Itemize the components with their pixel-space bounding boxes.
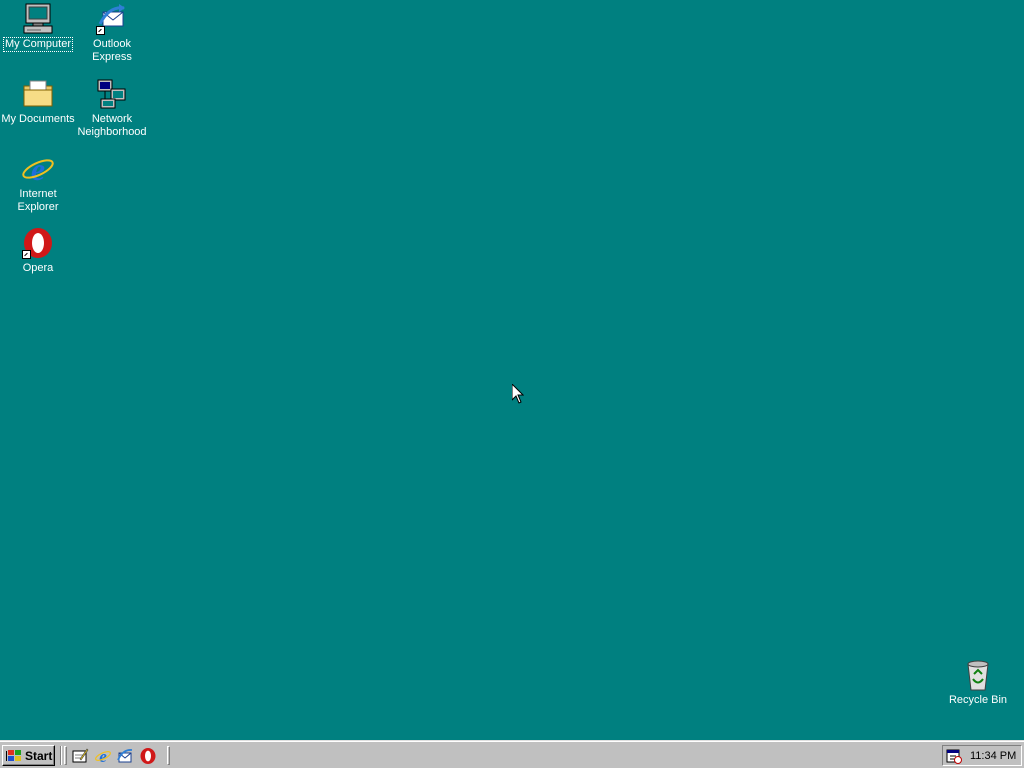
opera-icon[interactable]	[139, 747, 157, 765]
mouse-pointer-icon	[512, 384, 524, 404]
shortcut-arrow-icon	[96, 26, 105, 35]
desktop-icon-my-documents[interactable]: My Documents	[0, 77, 76, 126]
svg-text:e: e	[31, 152, 45, 186]
show-desktop-icon[interactable]	[71, 747, 89, 765]
my-computer-icon	[21, 2, 55, 36]
outlook-express-icon	[95, 2, 129, 36]
desktop[interactable]: My Computer Outlook Express My Documents	[0, 0, 1024, 740]
quick-launch-grip[interactable]	[64, 746, 67, 765]
clock[interactable]: 11:34 PM	[970, 750, 1016, 762]
svg-text:e: e	[99, 747, 107, 765]
desktop-icon-outlook-express[interactable]: Outlook Express	[74, 2, 150, 64]
desktop-icon-label: Network Neighborhood	[77, 113, 147, 138]
start-button[interactable]: Start	[2, 745, 55, 766]
shortcut-arrow-icon	[22, 250, 31, 259]
desktop-icon-network-neighborhood[interactable]: Network Neighborhood	[74, 77, 150, 139]
internet-explorer-icon[interactable]: e	[94, 747, 112, 765]
desktop-icon-label: Outlook Express	[92, 38, 132, 63]
recycle-bin-icon	[961, 658, 995, 692]
desktop-icon-recycle-bin[interactable]: Recycle Bin	[940, 658, 1016, 707]
taskbar-buttons-grip[interactable]	[167, 746, 170, 765]
desktop-icon-label: Recycle Bin	[948, 694, 1008, 706]
network-neighborhood-icon	[95, 77, 129, 111]
system-tray: 11:34 PM	[942, 745, 1022, 766]
taskbar: Start e 11:34 PM	[0, 740, 1024, 768]
desktop-icon-internet-explorer[interactable]: e Internet Explorer	[0, 151, 76, 214]
task-scheduler-icon[interactable]	[946, 748, 962, 764]
desktop-icon-opera[interactable]: Opera	[0, 226, 76, 275]
opera-icon	[21, 226, 55, 260]
outlook-express-icon[interactable]	[116, 747, 134, 765]
my-documents-folder-icon	[21, 77, 55, 111]
desktop-icon-label: Opera	[22, 262, 54, 274]
start-label: Start	[25, 748, 53, 763]
desktop-icon-label: Internet Explorer	[17, 188, 59, 213]
windows-logo-icon	[6, 749, 21, 761]
internet-explorer-icon: e	[21, 151, 55, 187]
desktop-icon-my-computer[interactable]: My Computer	[0, 2, 76, 52]
desktop-icon-label: My Computer	[2, 37, 74, 52]
desktop-icon-label: My Documents	[1, 113, 75, 125]
taskbar-separator	[60, 746, 62, 765]
